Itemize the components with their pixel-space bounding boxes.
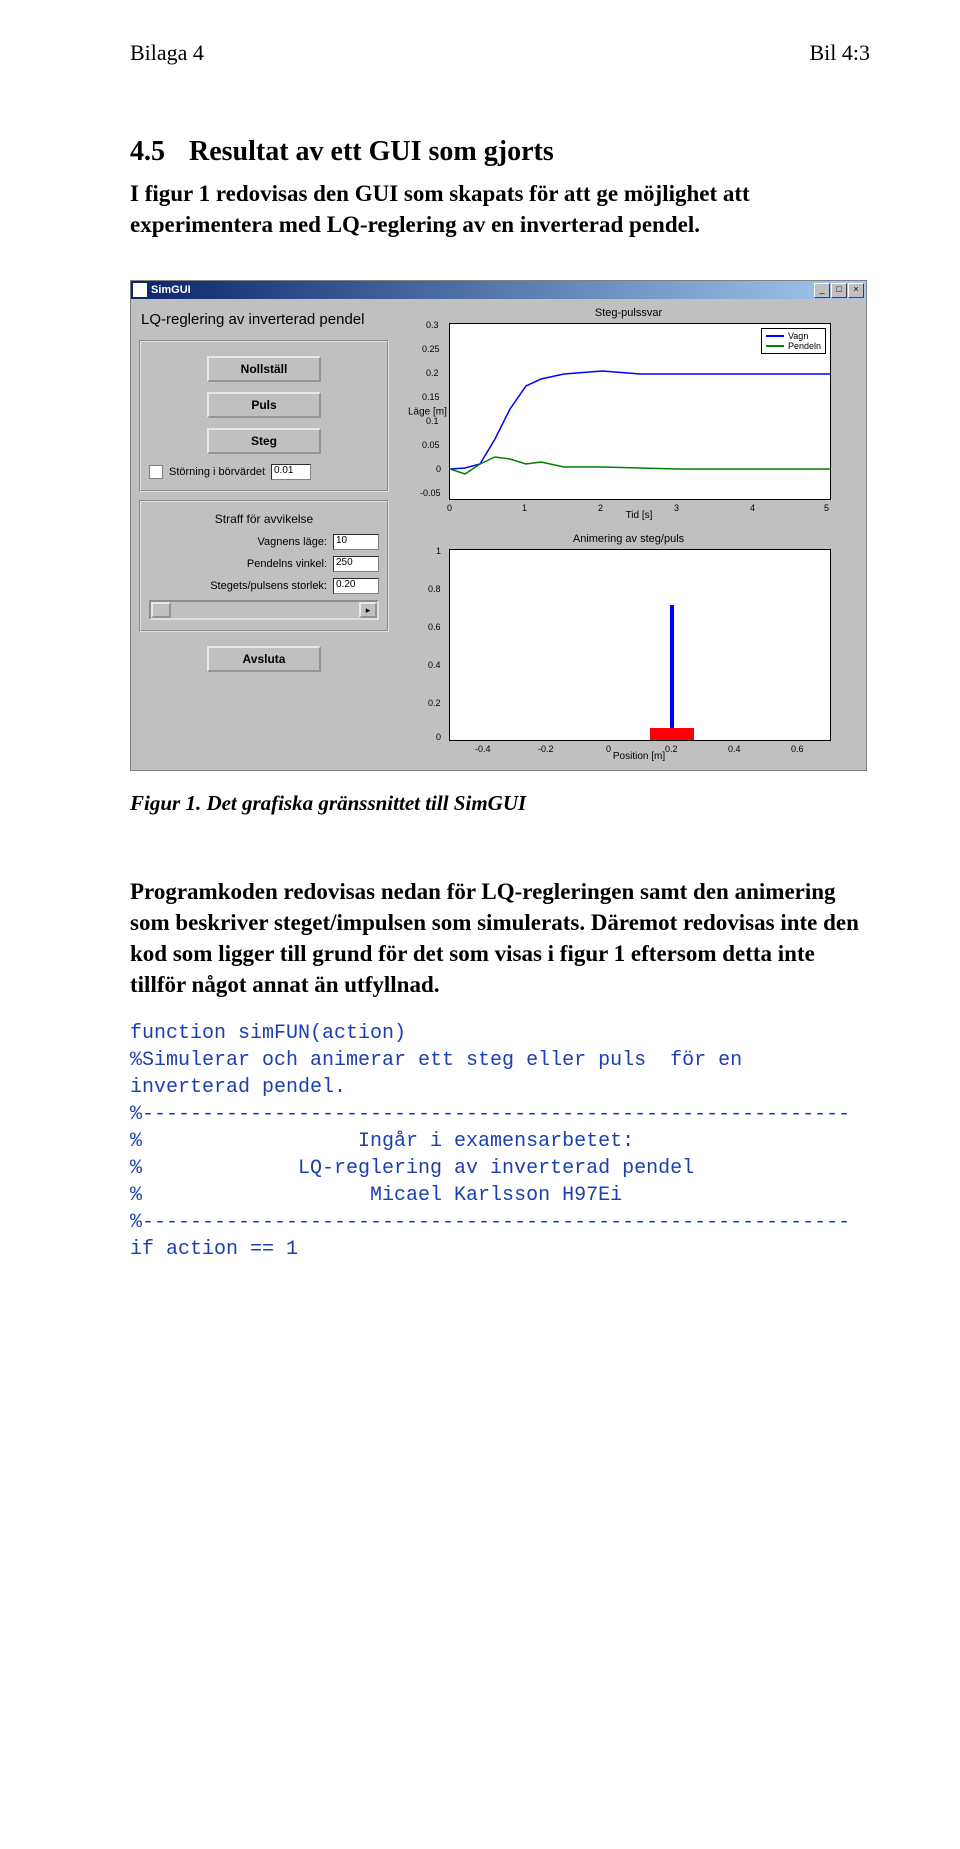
pendel-value[interactable]: 250 [333, 556, 379, 572]
simgui-window: SimGUI _ □ × LQ-reglering av inverterad … [130, 280, 867, 771]
animation-plot: 1 0.8 0.6 0.4 0.2 0 -0.4 -0.2 0 0.2 0.4 … [449, 549, 831, 741]
plot1-ytick: 0.1 [426, 416, 439, 426]
vagn-value[interactable]: 10 [333, 534, 379, 550]
minimize-button[interactable]: _ [814, 283, 830, 298]
step-response-plot: Läge [m] 0.3 0.25 0.2 0.15 0.1 0.05 0 -0… [449, 323, 831, 500]
plot2-ytick: 0.6 [428, 622, 441, 632]
intro-paragraph: I figur 1 redovisas den GUI som skapats … [130, 178, 870, 240]
plot2-ytick: 0 [436, 732, 441, 742]
figure-caption: Figur 1. Det grafiska gränssnittet till … [130, 791, 870, 816]
avsluta-button[interactable]: Avsluta [207, 646, 321, 672]
slider-thumb[interactable] [151, 602, 171, 618]
plot1-svg [450, 324, 830, 499]
plot2-xtick: -0.2 [538, 744, 554, 754]
header-right: Bil 4:3 [809, 40, 870, 66]
plot1-xlabel: Tid [s] [449, 510, 829, 521]
plot1-ytick: -0.05 [420, 488, 441, 498]
plot1-ytick: 0.2 [426, 368, 439, 378]
plot1-xtick: 2 [598, 503, 603, 513]
plot1-ytick: 0.05 [422, 440, 440, 450]
pendel-label: Pendelns vinkel: [149, 558, 327, 570]
stegsize-slider[interactable]: ▸ [149, 600, 379, 620]
penalty-title: Straff för avvikelse [149, 512, 379, 526]
stegsize-label: Stegets/pulsens storlek: [149, 580, 327, 592]
plot2-xtick: 0.4 [728, 744, 741, 754]
plot2-xtick: 0.6 [791, 744, 804, 754]
titlebar: SimGUI _ □ × [131, 281, 866, 299]
app-icon [133, 283, 147, 297]
plot2-ytick: 0.2 [428, 698, 441, 708]
penalty-panel: Straff för avvikelse Vagnens läge: 10 Pe… [139, 500, 389, 632]
puls-button[interactable]: Puls [207, 392, 321, 418]
window-title: SimGUI [151, 284, 814, 296]
plot1-title: Steg-pulssvar [399, 307, 858, 319]
slider-arrow-right-icon[interactable]: ▸ [359, 602, 377, 618]
section-heading: 4.5 Resultat av ett GUI som gjorts [130, 136, 870, 168]
vagn-label: Vagnens läge: [149, 536, 327, 548]
plot1-xtick: 5 [824, 503, 829, 513]
close-button[interactable]: × [848, 283, 864, 298]
plot2-svg [450, 550, 830, 740]
plot2-ytick: 1 [436, 546, 441, 556]
plot2-ytick: 0.4 [428, 660, 441, 670]
nollstall-button[interactable]: Nollställ [207, 356, 321, 382]
section-number: 4.5 [130, 136, 165, 167]
steg-button[interactable]: Steg [207, 428, 321, 454]
plot1-ytick: 0.3 [426, 320, 439, 330]
plot2-xtick: 0.2 [665, 744, 678, 754]
header-left: Bilaga 4 [130, 40, 204, 66]
maximize-button[interactable]: □ [831, 283, 847, 298]
disturbance-checkbox[interactable] [149, 465, 163, 479]
plot1-xtick: 4 [750, 503, 755, 513]
plot2-xtick: 0 [606, 744, 611, 754]
plot2-xtick: -0.4 [475, 744, 491, 754]
plot2-title: Animering av steg/puls [399, 533, 858, 545]
disturbance-label: Störning i börvärdet [169, 466, 265, 478]
pendulum-cart [650, 728, 694, 740]
vagn-curve [450, 371, 830, 469]
stegsize-value[interactable]: 0.20 [333, 578, 379, 594]
plot2-xlabel: Position [m] [449, 751, 829, 762]
disturbance-value[interactable]: 0.01 [271, 464, 311, 480]
body-paragraph: Programkoden redovisas nedan för LQ-regl… [130, 876, 870, 1000]
code-listing: function simFUN(action) %Simulerar och a… [130, 1020, 870, 1263]
plot1-ytick: 0.25 [422, 344, 440, 354]
plot1-xtick: 0 [447, 503, 452, 513]
gui-main-title: LQ-reglering av inverterad pendel [141, 311, 389, 328]
plot2-ytick: 0.8 [428, 584, 441, 594]
plot1-ytick: 0 [436, 464, 441, 474]
section-title: Resultat av ett GUI som gjorts [189, 136, 554, 167]
plot1-xtick: 1 [522, 503, 527, 513]
control-panel: Nollställ Puls Steg Störning i börvärdet… [139, 340, 389, 492]
pendeln-curve [450, 457, 830, 474]
plot1-xtick: 3 [674, 503, 679, 513]
plot1-ytick: 0.15 [422, 392, 440, 402]
